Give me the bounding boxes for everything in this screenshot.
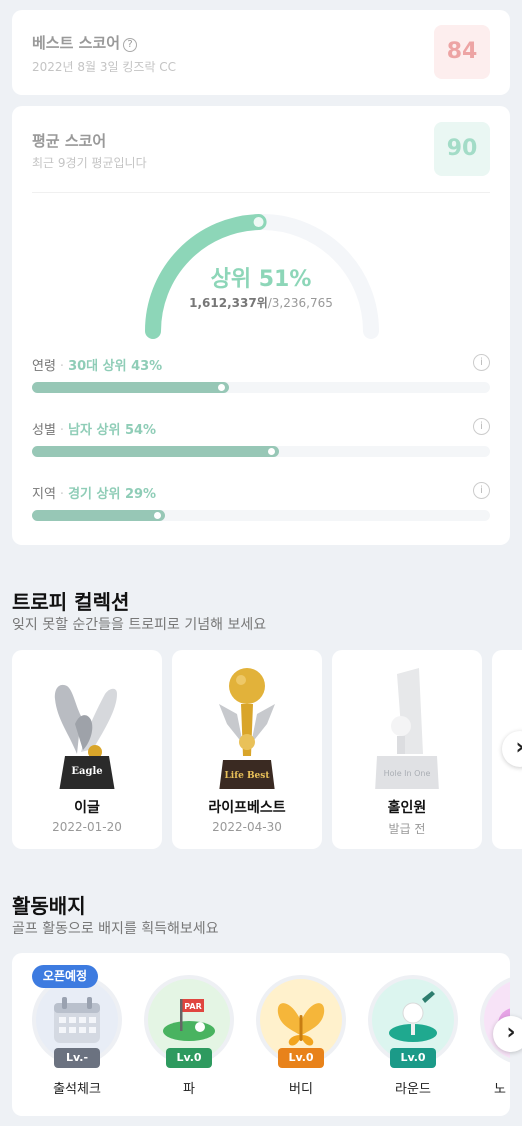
rank-percent: 상위 51% [210, 267, 312, 292]
stat-age-value: 30대 상위 43% [68, 359, 163, 374]
trophy-date: 2022-01-20 [52, 820, 122, 834]
stat-gender-value: 남자 상위 54% [68, 423, 157, 438]
trophy-plaque-life-best: Life Best [224, 771, 270, 781]
trophy-plaque-eagle: Eagle [71, 766, 102, 777]
badge-attendance[interactable]: Lv.- 출석체크 [32, 975, 122, 1105]
stat-gender-bar [32, 446, 490, 457]
rank-total: /3,236,765 [267, 296, 333, 310]
info-icon[interactable]: i [473, 482, 490, 499]
stat-age-bar-fill [32, 382, 229, 393]
rank-position: 1,612,337위 [189, 296, 268, 310]
best-score-subtitle: 2022년 8월 3일 킹즈락 CC [32, 60, 177, 74]
badge-name: 파 [183, 1082, 195, 1097]
average-score-value: 90 [434, 122, 490, 176]
coming-soon-badge: 오픈예정 [32, 965, 98, 988]
rank-detail: 1,612,337위/3,236,765 [12, 294, 510, 311]
stat-region-name: 지역 [32, 487, 56, 502]
trophy-name: 이글 [74, 800, 100, 816]
badge-level: Lv.0 [166, 1048, 212, 1068]
stat-gender-label: 성별 · 남자 상위 54% [32, 419, 156, 438]
best-score-value: 84 [434, 25, 490, 79]
badge-level: Lv.0 [390, 1048, 436, 1068]
trophy-card-hole-in-one[interactable]: Hole In One 홀인원 발급 전 [332, 650, 482, 849]
badge-birdie[interactable]: Lv.0 버디 [256, 975, 346, 1105]
trophy-section-title: 트로피 컬렉션 [12, 590, 130, 614]
trophy-name: 홀인원 [387, 800, 427, 816]
best-score-title: 베스트 스코어? [32, 32, 138, 53]
stat-age-label: 연령 · 30대 상위 43% [32, 355, 162, 374]
trophy-date: 발급 전 [388, 822, 426, 836]
best-score-title-text: 베스트 스코어 [32, 34, 121, 52]
gauge-knob [253, 217, 264, 228]
eagle-trophy-icon: Eagle [54, 684, 117, 789]
trophy-card-eagle[interactable]: Eagle 이글 2022-01-20 [12, 650, 162, 849]
average-score-title: 평균 스코어 [32, 132, 107, 150]
bar-knob [153, 512, 161, 519]
trophy-name: 라이프베스트 [208, 800, 286, 816]
badge-level: Lv.0 [278, 1048, 324, 1068]
info-icon[interactable]: i [473, 418, 490, 435]
trophy-date: 2022-04-30 [212, 820, 282, 834]
stat-region-value: 경기 상위 29% [68, 487, 157, 502]
bar-knob [217, 384, 225, 391]
stat-region-bar-fill [32, 510, 165, 521]
stat-age-bar [32, 382, 490, 393]
par-flag-text: PAR [184, 1002, 201, 1011]
stat-region: 지역 · 경기 상위 29% i [32, 482, 490, 533]
stat-gender-name: 성별 [32, 423, 56, 438]
badge-name: 출석체크 [53, 1082, 101, 1097]
badge-section-title: 활동배지 [12, 894, 86, 918]
separator: · [59, 487, 65, 502]
badge-round[interactable]: Lv.0 라운드 [368, 975, 458, 1105]
badge-name: 라운드 [395, 1082, 431, 1097]
best-score-card: 베스트 스코어? 2022년 8월 3일 킹즈락 CC 84 [12, 10, 510, 95]
info-icon[interactable]: i [473, 354, 490, 371]
chevron-right-icon[interactable]: › [493, 1016, 522, 1052]
badge-name: 버디 [289, 1082, 313, 1097]
divider [32, 192, 490, 193]
stat-age: 연령 · 30대 상위 43% i [32, 354, 490, 405]
help-icon[interactable]: ? [123, 38, 138, 52]
stat-region-bar [32, 510, 490, 521]
badge-par[interactable]: PAR Lv.0 파 [144, 975, 234, 1105]
life-best-trophy-icon: Life Best [219, 668, 275, 789]
trophy-plaque-hole-in-one: Hole In One [384, 769, 431, 778]
stat-region-label: 지역 · 경기 상위 29% [32, 483, 156, 502]
badge-level: Lv.- [54, 1048, 100, 1068]
stat-age-name: 연령 [32, 359, 56, 374]
stat-gender-bar-fill [32, 446, 280, 457]
stat-gender: 성별 · 남자 상위 54% i [32, 418, 490, 469]
average-score-subtitle: 최근 9경기 평균입니다 [32, 156, 147, 170]
trophy-section-subtitle: 잊지 못할 순간들을 트로피로 기념해 보세요 [12, 617, 267, 633]
hole-in-one-trophy-icon: Hole In One [375, 668, 439, 789]
separator: · [59, 359, 65, 374]
badge-section-subtitle: 골프 활동으로 배지를 획득해보세요 [12, 921, 219, 937]
average-score-card: 평균 스코어 최근 9경기 평균입니다 90 상위 51% 1,612,337위… [12, 106, 510, 545]
trophy-card-life-best[interactable]: Life Best 라이프베스트 2022-04-30 [172, 650, 322, 849]
separator: · [59, 423, 65, 438]
badge-name: 노 [494, 1082, 506, 1097]
